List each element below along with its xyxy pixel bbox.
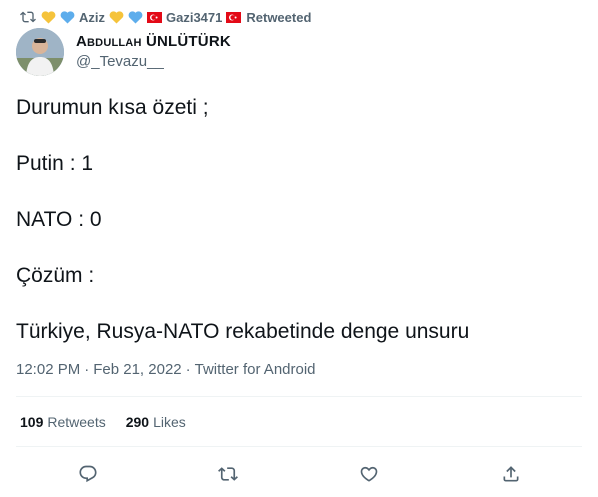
tweet-actions bbox=[0, 460, 598, 488]
retweeter-name-2: Gazi3471 bbox=[166, 9, 223, 25]
like-button[interactable] bbox=[355, 460, 383, 488]
likes-label: Likes bbox=[153, 414, 186, 430]
retweeted-label: Retweeted bbox=[246, 9, 312, 25]
reply-icon bbox=[79, 465, 97, 483]
divider bbox=[16, 396, 582, 397]
tweet-line: NATO : 0 bbox=[16, 208, 102, 231]
turkey-flag-icon bbox=[147, 11, 162, 23]
likes-stat[interactable]: 290 Likes bbox=[126, 414, 186, 430]
retweets-label: Retweets bbox=[47, 414, 106, 430]
tweet-meta: 12:02 PM · Feb 21, 2022 · Twitter for An… bbox=[16, 361, 316, 378]
meta-separator: · bbox=[84, 361, 90, 378]
retweet-context: Aziz Gazi3471 Retweeted bbox=[20, 8, 311, 26]
retweet-icon bbox=[20, 9, 36, 25]
retweets-count: 109 bbox=[20, 414, 44, 430]
blue-heart-icon bbox=[128, 10, 143, 25]
tweet-text: Durumun kısa özeti ; Putin : 1 NATO : 0 … bbox=[16, 94, 582, 346]
retweets-stat[interactable]: 109 Retweets bbox=[20, 414, 106, 430]
avatar[interactable] bbox=[16, 28, 64, 76]
blue-heart-icon bbox=[60, 10, 75, 25]
turkey-flag-icon bbox=[226, 11, 242, 23]
tweet-line: Durumun kısa özeti ; bbox=[16, 96, 209, 119]
author-handle[interactable]: @_Tevazu__ bbox=[76, 52, 231, 72]
retweeter-name-1: Aziz bbox=[79, 9, 105, 25]
yellow-heart-icon bbox=[109, 10, 124, 25]
tweet-line: Putin : 1 bbox=[16, 152, 94, 175]
meta-separator: · bbox=[185, 361, 191, 378]
share-icon bbox=[503, 466, 519, 482]
tweet-line: Çözüm : bbox=[16, 264, 95, 287]
likes-count: 290 bbox=[125, 414, 150, 430]
yellow-heart-icon bbox=[41, 10, 56, 25]
tweet-line: Türkiye, Rusya-NATO rekabetinde denge un… bbox=[16, 320, 470, 343]
tweet-source[interactable]: Twitter for Android bbox=[195, 361, 316, 378]
retweet-icon bbox=[218, 467, 238, 481]
tweet-date[interactable]: Feb 21, 2022 bbox=[93, 361, 181, 378]
tweet-stats: 109 Retweets 290 Likes bbox=[20, 414, 186, 430]
reply-button[interactable] bbox=[74, 460, 102, 488]
retweet-button[interactable] bbox=[214, 460, 242, 488]
divider bbox=[16, 446, 582, 447]
tweet-author: Abdullah ÜNLÜTÜRK @_Tevazu__ bbox=[16, 28, 231, 76]
retweeter-names[interactable]: Aziz Gazi3471 bbox=[41, 9, 242, 25]
share-button[interactable] bbox=[497, 460, 525, 488]
heart-icon bbox=[360, 466, 378, 482]
author-display-name[interactable]: Abdullah ÜNLÜTÜRK bbox=[76, 32, 231, 52]
tweet-time[interactable]: 12:02 PM bbox=[16, 361, 80, 378]
